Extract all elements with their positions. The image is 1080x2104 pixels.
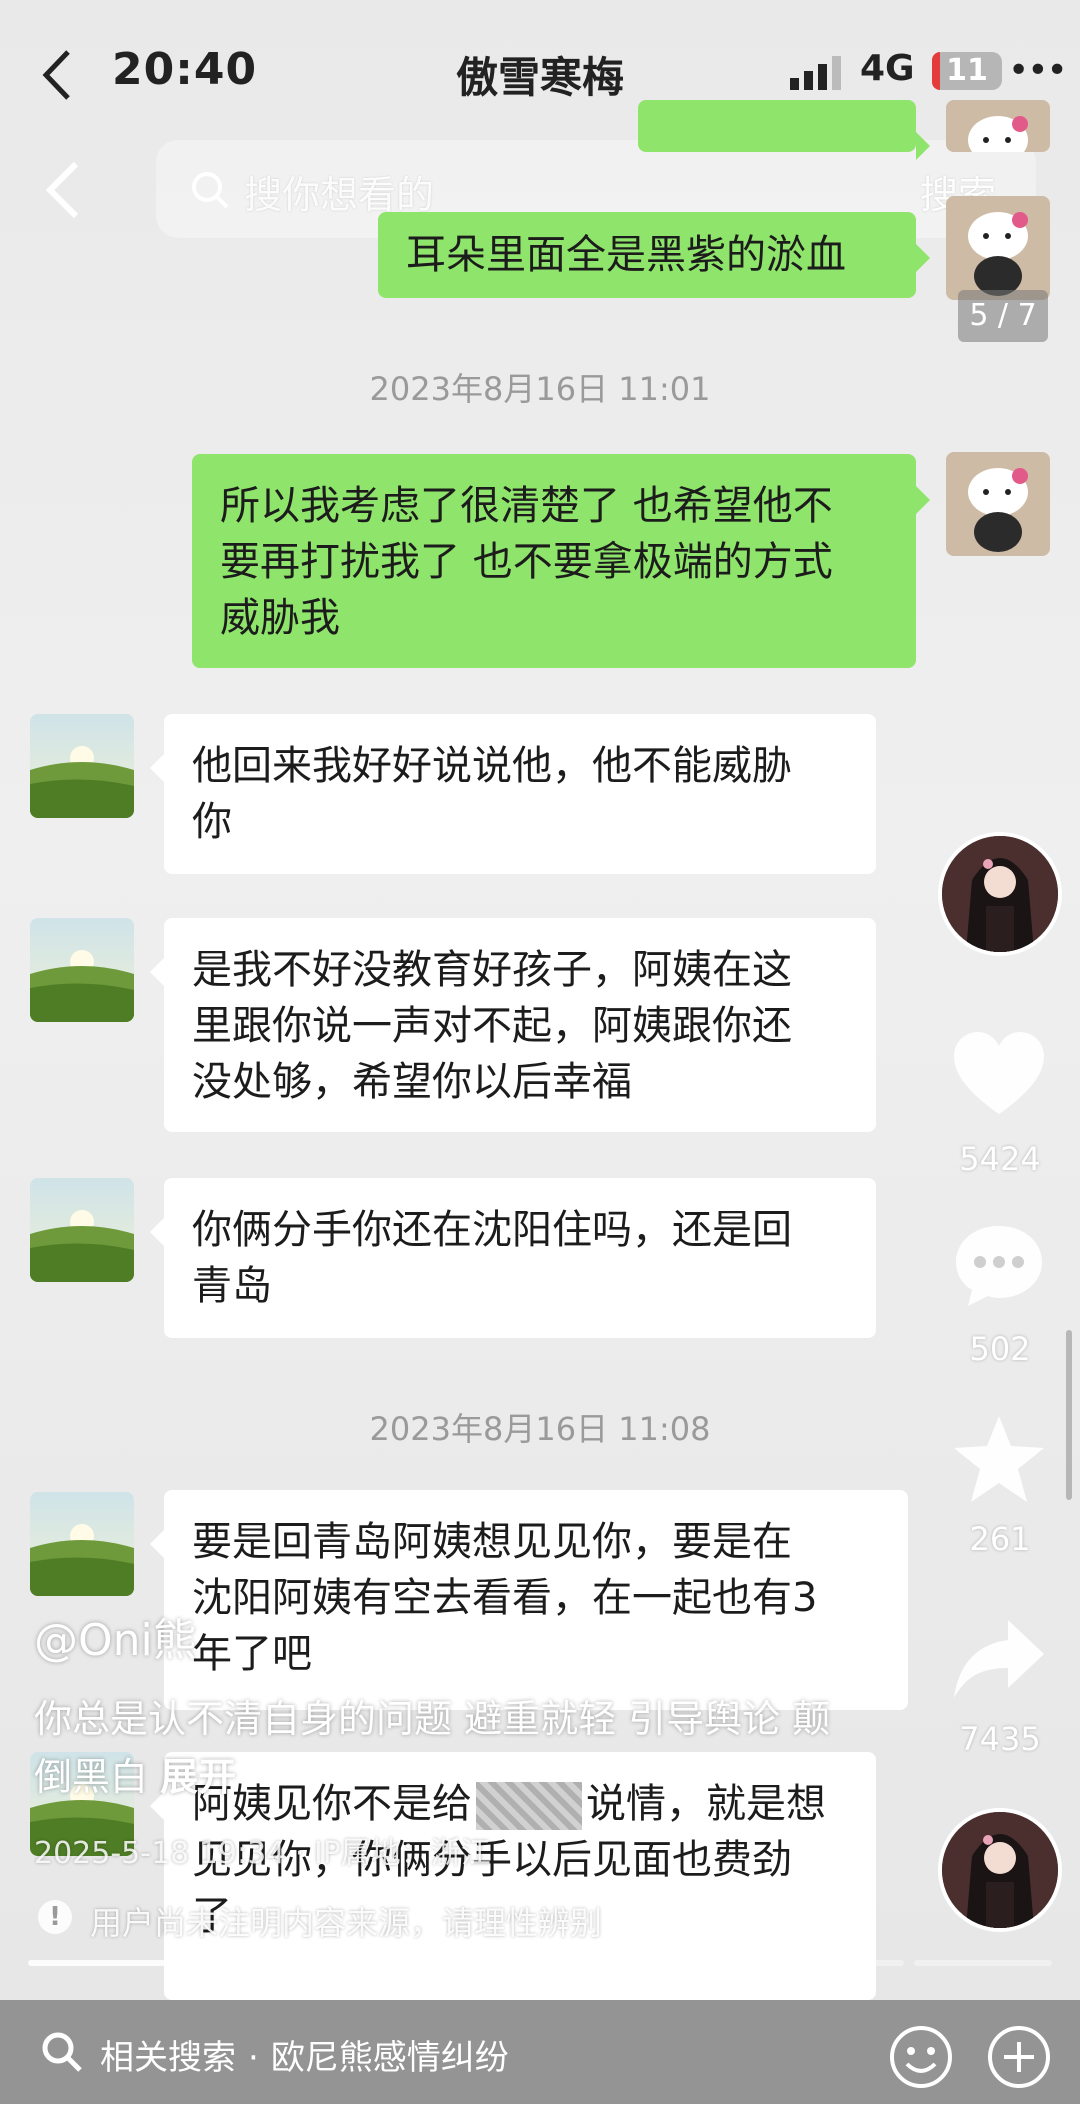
- message-line: 青岛: [192, 1263, 272, 1309]
- post-meta: 2025-5-18 19:34 · IP属地：浙江: [34, 1836, 491, 1871]
- message-bubble-other: 是我不好没教育好孩子，阿姨在这 里跟你说一声对不起，阿姨跟你还 没处够，希望你以…: [150, 918, 876, 1132]
- info-icon: !: [38, 1900, 72, 1934]
- search-icon: [42, 2032, 82, 2072]
- self-avatar: [946, 100, 1050, 152]
- message-line: 你俩分手你还在沈阳住吗，还是回: [192, 1207, 792, 1253]
- message-line: 所以我考虑了很清楚了 也希望他不: [220, 483, 833, 529]
- progress-segment: [618, 1960, 757, 1966]
- search-icon: [192, 172, 229, 209]
- message-bubble-other: 要是回青岛阿姨想见见你，要是在 沈阳阿姨有空去看看，在一起也有3 年了吧: [150, 1490, 908, 1710]
- message-line: 里跟你说一声对不起，阿姨跟你还: [192, 1003, 792, 1049]
- chat-title: 傲雪寒梅: [455, 53, 624, 102]
- more-icon[interactable]: •••: [1008, 50, 1068, 91]
- related-search-label: 相关搜索: [100, 2038, 236, 2078]
- comment-icon[interactable]: [952, 1222, 1046, 1312]
- progress-segment: [914, 1960, 1052, 1966]
- comment-count: 502: [969, 1330, 1031, 1368]
- partial-message-bubble: [638, 100, 930, 160]
- favorite-count: 261: [969, 1520, 1031, 1558]
- progress-segment: [471, 1960, 609, 1966]
- image-pager: 5 / 7: [958, 290, 1048, 342]
- message-line: 年了吧: [192, 1631, 312, 1677]
- title-bar: 20:40 傲雪寒梅 4G 11 •••: [0, 0, 1080, 140]
- scrollbar[interactable]: [1066, 1330, 1072, 1500]
- contact-avatar: [30, 1492, 134, 1596]
- emoji-icon[interactable]: [888, 2024, 954, 2090]
- share-count: 7435: [959, 1720, 1041, 1758]
- message-line: 是我不好没教育好孩子，阿姨在这: [192, 947, 792, 993]
- favorite-star-icon[interactable]: [952, 1414, 1046, 1504]
- message-bubble-other: 你俩分手你还在沈阳住吗，还是回 青岛: [150, 1178, 876, 1338]
- message-line: 他回来我好好说说他，他不能威胁: [192, 743, 792, 789]
- contact-avatar: [30, 714, 134, 818]
- message-line: 你: [192, 799, 232, 845]
- related-search-query: 欧尼熊感情纠纷: [270, 2038, 509, 2078]
- source-notice: 用户尚未注明内容来源，请理性辨别: [90, 1904, 603, 1942]
- signal-icon: [790, 56, 841, 90]
- progress-segment: [323, 1960, 462, 1966]
- timestamp: 2023年8月16日 11:01: [369, 370, 711, 408]
- self-avatar: [946, 452, 1050, 556]
- overlay-back-icon[interactable]: [42, 160, 84, 220]
- like-count: 5424: [959, 1140, 1041, 1178]
- progress-segment: [766, 1960, 905, 1966]
- message-line: 沈阳阿姨有空去看看，在一起也有3: [192, 1575, 818, 1621]
- contact-avatar: [30, 918, 134, 1022]
- message-line: 要再打扰我了 也不要拿极端的方式: [220, 539, 833, 585]
- progress-segment: [28, 1960, 166, 1966]
- battery-indicator: 11: [932, 52, 1002, 90]
- contact-avatar: [30, 1178, 134, 1282]
- separator: ·: [248, 2038, 259, 2078]
- message-line: 威胁我: [220, 595, 340, 641]
- add-icon[interactable]: [986, 2024, 1052, 2090]
- timestamp: 2023年8月16日 11:08: [369, 1410, 711, 1448]
- message-bubble-self: 所以我考虑了很清楚了 也希望他不 要再打扰我了 也不要拿极端的方式 威胁我: [192, 454, 930, 668]
- network-type: 4G: [860, 48, 915, 89]
- message-line: 要是回青岛阿姨想见见你，要是在: [192, 1519, 792, 1565]
- post-caption: 你总是认不清自身的问题 避重就轻 引导舆论 颠倒黑白 展开: [34, 1690, 854, 1806]
- caption-text: 你总是认不清自身的问题 避重就轻 引导舆论 颠倒黑白: [34, 1697, 831, 1799]
- message-line: 没处够，希望你以后幸福: [192, 1059, 632, 1105]
- message-bubble-self: 耳朵里面全是黑紫的淤血: [378, 212, 930, 298]
- search-placeholder: 搜你想看的: [244, 173, 435, 217]
- message-bubble-other: 他回来我好好说说他，他不能威胁 你: [150, 714, 876, 874]
- progress-segment: [175, 1960, 314, 1966]
- creator-avatar[interactable]: [938, 832, 1062, 956]
- related-search-text[interactable]: 相关搜索 · 欧尼熊感情纠纷: [100, 2030, 509, 2079]
- expand-link[interactable]: 展开: [160, 1755, 236, 1799]
- music-disc-avatar[interactable]: [938, 1808, 1062, 1932]
- like-heart-icon[interactable]: [952, 1030, 1046, 1120]
- author-name[interactable]: @Oni熊: [34, 1604, 197, 1668]
- self-avatar: [946, 196, 1050, 300]
- share-arrow-icon[interactable]: [952, 1614, 1046, 1704]
- message-text: 耳朵里面全是黑紫的淤血: [406, 232, 846, 278]
